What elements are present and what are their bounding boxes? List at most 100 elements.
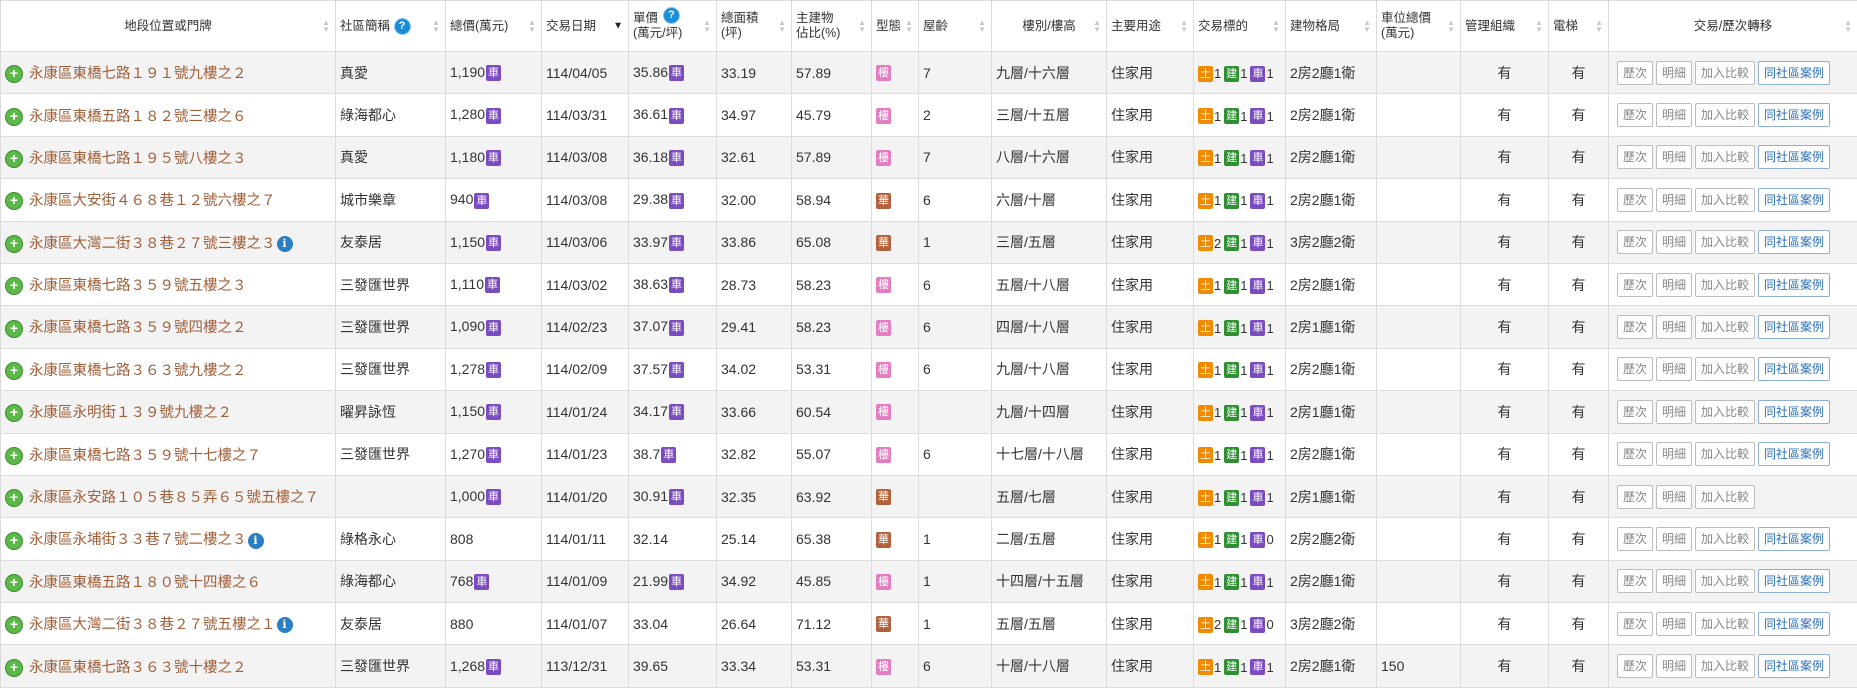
add-compare-button[interactable]: 加入比較 (1695, 230, 1756, 255)
info-icon[interactable]: i (276, 235, 293, 252)
table-row[interactable]: + 永康區東橋五路１８０號十四樓之６ 綠海都心 768 車 114/01/09 21… (0, 559, 1857, 604)
address-text[interactable]: 永康區永明街１３９號九樓之２ (29, 405, 232, 421)
add-compare-button[interactable]: 加入比較 (1695, 442, 1756, 467)
detail-button[interactable]: 明細 (1656, 357, 1693, 382)
address-cell[interactable]: + 永康區永明街１３９號九樓之２ (0, 390, 336, 434)
add-compare-button[interactable]: 加入比較 (1695, 526, 1756, 551)
sort-icon[interactable]: ▲ ▼ (1447, 19, 1455, 34)
address-text[interactable]: 永康區東橋七路３６３號十樓之２ (29, 660, 247, 676)
same-community-button[interactable]: 同社區案例 (1758, 611, 1831, 636)
same-community-button[interactable]: 同社區案例 (1758, 442, 1831, 467)
table-row[interactable]: + 永康區大安街４６８巷１２號六樓之７ 城市樂章 940 車 114/03/08 2… (0, 178, 1857, 222)
add-compare-button[interactable]: 加入比較 (1695, 103, 1756, 128)
address-cell[interactable]: + 永康區東橋七路３５９號五樓之３ (0, 262, 336, 307)
table-row[interactable]: + 永康區永埔街３３巷７號二樓之３ i 綠格永心 808 114/01/11 32.… (0, 517, 1857, 561)
sort-icon[interactable]: ▲ ▼ (1844, 19, 1852, 34)
address-text[interactable]: 永康區東橋七路３６３號九樓之２ (29, 363, 247, 379)
sort-icon[interactable]: ▲ ▼ (905, 19, 913, 34)
expand-icon[interactable]: + (5, 277, 23, 296)
history-button[interactable]: 歷次 (1617, 569, 1654, 594)
expand-icon[interactable]: + (5, 65, 23, 84)
address-cell[interactable]: + 永康區東橋七路３５９號十七樓之７ (0, 432, 336, 476)
history-button[interactable]: 歷次 (1617, 60, 1654, 85)
expand-icon[interactable]: + (5, 446, 23, 465)
address-text[interactable]: 永康區東橋五路１８０號十四樓之６ (29, 575, 261, 591)
address-cell[interactable]: + 永康區東橋五路１８０號十四樓之６ (0, 559, 336, 604)
same-community-button[interactable]: 同社區案例 (1758, 654, 1831, 679)
address-text[interactable]: 永康區東橋七路３５９號五樓之３ (29, 278, 247, 294)
add-compare-button[interactable]: 加入比較 (1695, 60, 1756, 85)
same-community-button[interactable]: 同社區案例 (1758, 569, 1831, 594)
add-compare-button[interactable]: 加入比較 (1695, 315, 1756, 340)
detail-button[interactable]: 明細 (1656, 187, 1693, 212)
header-main-ratio[interactable]: 主建物 佔比(%) ▲ ▼ (791, 0, 872, 52)
help-icon[interactable]: ? (393, 17, 411, 35)
sort-icon[interactable]: ▲ ▼ (1093, 19, 1101, 34)
add-compare-button[interactable]: 加入比較 (1695, 357, 1756, 382)
header-floor[interactable]: 樓別/樓高 ▲ ▼ (991, 0, 1107, 52)
expand-icon[interactable]: + (5, 531, 23, 550)
table-row[interactable]: + 永康區東橋七路３６３號十樓之２ 三發匯世界 1,268 車 113/12/31 … (0, 644, 1857, 688)
add-compare-button[interactable]: 加入比較 (1695, 611, 1756, 636)
detail-button[interactable]: 明細 (1656, 60, 1693, 85)
header-actions[interactable]: 交易/歷次轉移 ▲ ▼ (1608, 0, 1857, 52)
history-button[interactable]: 歷次 (1617, 145, 1654, 170)
table-row[interactable]: + 永康區東橋七路１９１號九樓之２ 真愛 1,190 車 114/04/05 35.… (0, 50, 1857, 95)
same-community-button[interactable]: 同社區案例 (1758, 103, 1831, 128)
header-parking-price[interactable]: 車位總價 (萬元) ▲ ▼ (1376, 0, 1461, 52)
history-button[interactable]: 歷次 (1617, 230, 1654, 255)
same-community-button[interactable]: 同社區案例 (1758, 526, 1831, 551)
header-usage[interactable]: 主要用途 ▲ ▼ (1106, 0, 1194, 52)
history-button[interactable]: 歷次 (1617, 399, 1654, 424)
address-text[interactable]: 永康區東橋七路１９１號九樓之２ (29, 66, 247, 82)
address-cell[interactable]: + 永康區東橋七路３６３號十樓之２ (0, 644, 336, 688)
table-row[interactable]: + 永康區大灣二街３８巷２７號三樓之３ i 友泰居 1,150 車 114/03/06… (0, 220, 1857, 264)
same-community-button[interactable]: 同社區案例 (1758, 315, 1831, 340)
add-compare-button[interactable]: 加入比較 (1695, 187, 1756, 212)
address-text[interactable]: 永康區大灣二街３８巷２７號三樓之３ (29, 236, 276, 252)
address-text[interactable]: 永康區東橋七路３５９號四樓之２ (29, 320, 247, 336)
table-row[interactable]: + 永康區東橋七路３５９號十七樓之７ 三發匯世界 1,270 車 114/01/23… (0, 432, 1857, 476)
address-cell[interactable]: + 永康區永埔街３３巷７號二樓之３ i (0, 517, 336, 561)
address-text[interactable]: 永康區東橋五路１８２號三樓之６ (29, 109, 247, 125)
header-unit-price[interactable]: 單價 (萬元/坪)? ▲ ▼ (628, 0, 717, 52)
same-community-button[interactable]: 同社區案例 (1758, 399, 1831, 424)
sort-icon[interactable]: ▲ ▼ (703, 19, 711, 34)
address-text[interactable]: 永康區東橋七路３５９號十七樓之７ (29, 448, 261, 464)
add-compare-button[interactable]: 加入比較 (1695, 569, 1756, 594)
add-compare-button[interactable]: 加入比較 (1695, 399, 1756, 424)
sort-icon[interactable]: ▲ ▼ (1180, 19, 1188, 34)
address-text[interactable]: 永康區東橋七路１９５號八樓之３ (29, 151, 247, 167)
expand-icon[interactable]: + (5, 404, 23, 423)
expand-icon[interactable]: + (5, 319, 23, 338)
detail-button[interactable]: 明細 (1656, 654, 1693, 679)
info-icon[interactable]: i (276, 617, 293, 634)
sort-icon[interactable]: ▲ ▼ (978, 19, 986, 34)
history-button[interactable]: 歷次 (1617, 103, 1654, 128)
header-date[interactable]: 交易日期 ▼ (541, 0, 629, 52)
detail-button[interactable]: 明細 (1656, 484, 1693, 509)
expand-icon[interactable]: + (5, 192, 23, 211)
header-type[interactable]: 型態 ▲ ▼ (871, 0, 919, 52)
header-elevator[interactable]: 電梯 ▲ ▼ (1548, 0, 1609, 52)
expand-icon[interactable]: + (5, 658, 23, 677)
expand-icon[interactable]: + (5, 362, 23, 381)
address-cell[interactable]: + 永康區東橋七路３５９號四樓之２ (0, 305, 336, 349)
header-target[interactable]: 交易標的 ▲ ▼ (1193, 0, 1286, 52)
add-compare-button[interactable]: 加入比較 (1695, 484, 1756, 509)
same-community-button[interactable]: 同社區案例 (1758, 357, 1831, 382)
expand-icon[interactable]: + (5, 150, 23, 169)
detail-button[interactable]: 明細 (1656, 103, 1693, 128)
header-management[interactable]: 管理組織 ▲ ▼ (1460, 0, 1549, 52)
expand-icon[interactable]: + (5, 489, 23, 508)
add-compare-button[interactable]: 加入比較 (1695, 272, 1756, 297)
sort-icon[interactable]: ▲ ▼ (778, 19, 786, 34)
same-community-button[interactable]: 同社區案例 (1758, 230, 1831, 255)
sort-icon[interactable]: ▲ ▼ (1595, 19, 1603, 34)
sort-icon[interactable]: ▲ ▼ (1535, 19, 1543, 34)
table-row[interactable]: + 永康區東橋七路３６３號九樓之２ 三發匯世界 1,278 車 114/02/09 … (0, 347, 1857, 392)
address-text[interactable]: 永康區大安街４６８巷１２號六樓之７ (29, 193, 276, 209)
table-row[interactable]: + 永康區永明街１３９號九樓之２ 曜昇詠恆 1,150 車 114/01/24 34… (0, 390, 1857, 434)
history-button[interactable]: 歷次 (1617, 187, 1654, 212)
header-area[interactable]: 總面積 (坪) ▲ ▼ (716, 0, 792, 52)
